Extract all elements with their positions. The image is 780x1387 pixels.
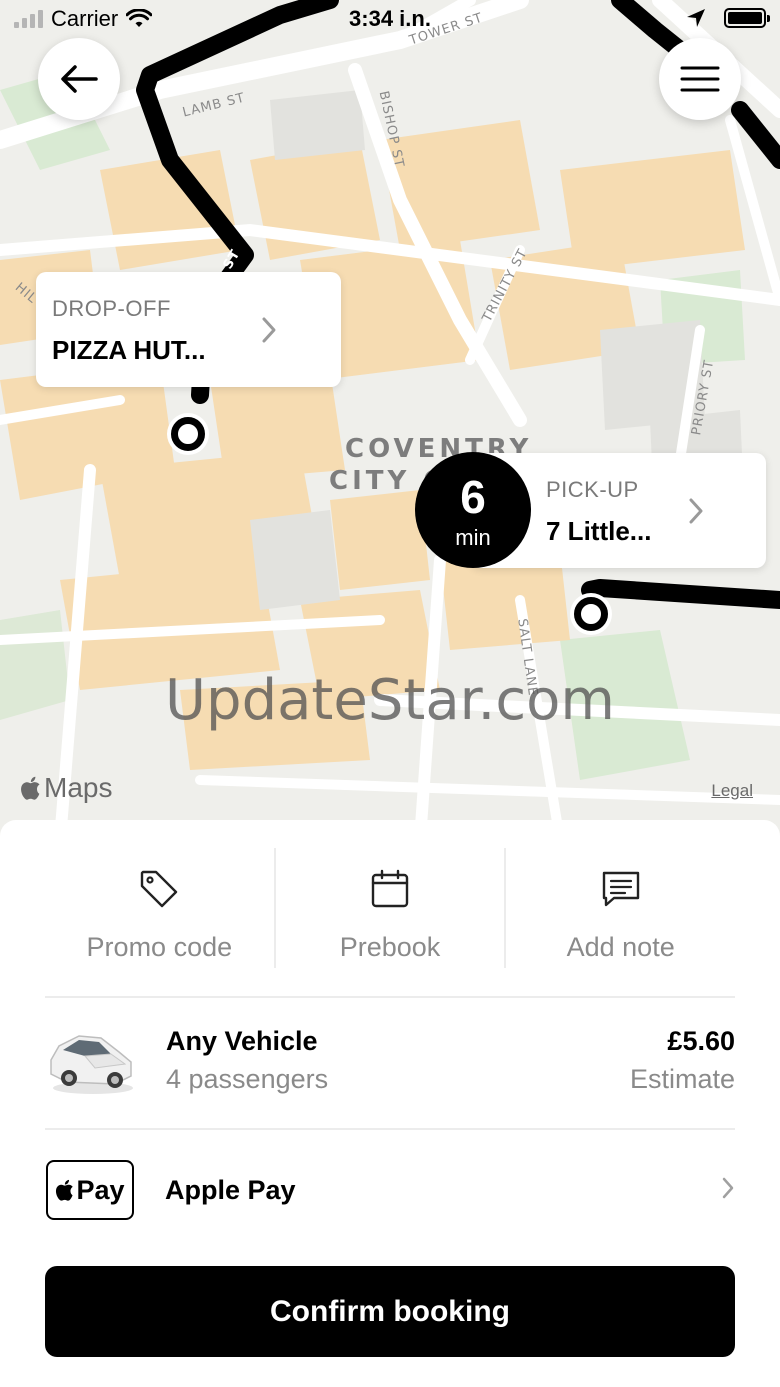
- dropoff-pin: [171, 417, 205, 451]
- maps-logo-text: Maps: [44, 772, 113, 803]
- map-view[interactable]: TOWER ST LAMB ST BISHOP ST TRINITY ST PR…: [0, 0, 780, 840]
- promo-code-button[interactable]: Promo code: [45, 848, 274, 968]
- legal-link[interactable]: Legal: [711, 781, 753, 801]
- vehicle-name: Any Vehicle: [166, 1026, 318, 1056]
- apple-logo-icon: [56, 1179, 74, 1201]
- eta-unit: min: [455, 525, 491, 550]
- pickup-pin: [574, 597, 608, 631]
- dropoff-callout[interactable]: DROP-OFF PIZZA HUT...: [36, 272, 341, 387]
- chevron-right-icon: [689, 498, 703, 524]
- calendar-icon: [371, 869, 409, 908]
- hamburger-menu-icon: [680, 66, 720, 92]
- prebook-label: Prebook: [339, 932, 441, 962]
- pickup-place: 7 Little...: [546, 516, 652, 546]
- add-note-label: Add note: [566, 932, 675, 962]
- dropoff-place: PIZZA HUT...: [52, 335, 206, 365]
- vehicle-option[interactable]: Any Vehicle 4 passengers £5.60 Estimate: [45, 998, 735, 1128]
- note-icon: [602, 871, 639, 907]
- fare-note: Estimate: [629, 1064, 735, 1094]
- eta-value: 6: [460, 471, 486, 523]
- car-icon: [50, 1035, 133, 1094]
- apple-pay-badge: Pay: [46, 1160, 134, 1220]
- apple-logo-icon: [21, 776, 40, 800]
- chevron-right-icon: [262, 317, 276, 343]
- prebook-button[interactable]: Prebook: [273, 848, 505, 968]
- promo-code-label: Promo code: [86, 932, 233, 962]
- confirm-booking-button[interactable]: Confirm booking: [45, 1266, 735, 1357]
- status-bar: Carrier 3:34 i.n.: [0, 0, 780, 40]
- action-bar: Promo code Prebook Add note: [45, 848, 735, 968]
- menu-button[interactable]: [659, 38, 741, 120]
- watermark: UpdateStar.com: [165, 668, 615, 733]
- status-time: 3:34 i.n.: [349, 6, 431, 31]
- arrow-left-icon: [61, 65, 98, 93]
- payment-method-row[interactable]: Pay Apple Pay: [45, 1130, 735, 1250]
- apple-pay-badge-text: Pay: [76, 1174, 125, 1205]
- fare-price: £5.60: [667, 1026, 735, 1056]
- dropoff-type-label: DROP-OFF: [52, 296, 171, 321]
- maps-logo: Maps: [20, 772, 112, 804]
- booking-sheet: Promo code Prebook Add note Any Vehicle …: [0, 820, 780, 1387]
- back-button[interactable]: [38, 38, 120, 120]
- location-arrow-icon: [687, 9, 705, 27]
- pickup-type-label: PICK-UP: [546, 477, 639, 502]
- tag-icon: [141, 870, 178, 908]
- vehicle-capacity: 4 passengers: [166, 1064, 329, 1094]
- payment-method-name: Apple Pay: [165, 1175, 296, 1205]
- chevron-right-icon: [722, 1177, 734, 1199]
- add-note-button[interactable]: Add note: [504, 848, 735, 968]
- battery-icon: [724, 8, 770, 28]
- eta-badge: 6 min: [415, 452, 531, 568]
